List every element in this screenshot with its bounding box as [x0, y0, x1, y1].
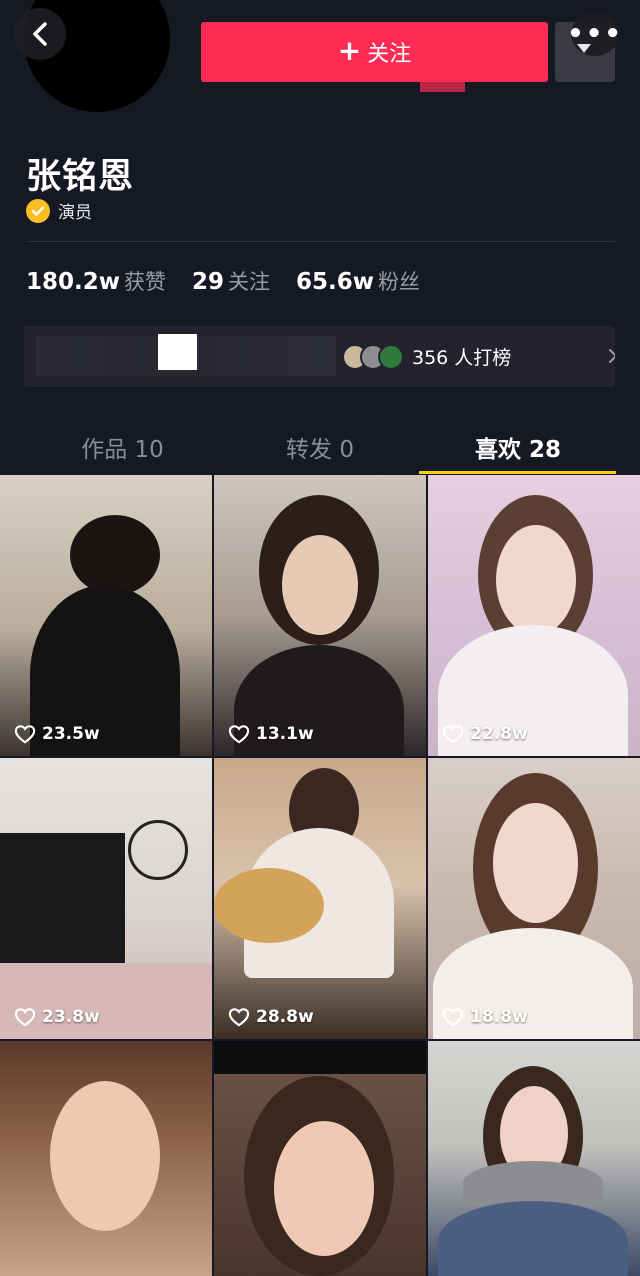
follow-button-shadow [420, 82, 465, 92]
heart-icon [442, 725, 464, 744]
heart-icon [228, 725, 250, 744]
video-thumbnail[interactable]: 23.5w [0, 475, 212, 756]
divider [26, 241, 615, 242]
heart-icon [228, 1008, 250, 1027]
thumbnail-face [493, 803, 578, 923]
thumbnail-figure [438, 1201, 628, 1276]
thumbnail-neck-pillow [463, 1161, 603, 1206]
stat-following[interactable]: 29 关注 [192, 266, 270, 296]
chevron-left-icon [33, 22, 47, 46]
supporter-avatar [378, 344, 404, 370]
like-count-text: 13.1w [256, 724, 314, 744]
stat-number: 180.2w [26, 269, 120, 295]
like-count-text: 23.5w [42, 724, 100, 744]
caret-down-icon [577, 44, 591, 53]
stat-number: 65.6w [296, 269, 375, 295]
stat-likes[interactable]: 180.2w 获赞 [26, 266, 166, 296]
tab-works[interactable]: 作品 10 [0, 430, 245, 464]
video-thumbnail[interactable]: 22.8w [428, 475, 640, 756]
like-count-text: 22.8w [470, 724, 528, 744]
like-count-text: 28.8w [256, 1007, 314, 1027]
profile-tabs: 作品 10 转发 0 喜欢 28 [0, 412, 640, 474]
like-count: 22.8w [442, 724, 528, 744]
stat-number: 29 [192, 269, 225, 295]
tab-indicator [419, 471, 616, 474]
tab-reposts[interactable]: 转发 0 [215, 430, 425, 464]
heart-icon [442, 1008, 464, 1027]
like-count: 28.8w [228, 1007, 314, 1027]
thumbnail-face [274, 1121, 374, 1256]
verified-label: 演员 [58, 203, 92, 223]
thumbnail-face [496, 525, 576, 635]
thumbnail-face [50, 1081, 160, 1231]
stat-followers[interactable]: 65.6w 粉丝 [296, 266, 420, 296]
stat-label: 粉丝 [378, 270, 421, 294]
heart-icon [14, 725, 36, 744]
like-count-text: 18.8w [470, 1007, 528, 1027]
stat-label: 获赞 [124, 270, 166, 294]
thumbnail-guitar [214, 868, 324, 943]
thumbnail-face [282, 535, 358, 635]
chevron-right-icon [609, 349, 615, 363]
ranking-text: 356 人打榜 [412, 347, 512, 369]
video-thumbnail[interactable]: 23.8w [0, 758, 212, 1039]
stat-label: 关注 [228, 270, 271, 294]
video-thumbnail[interactable]: 18.8w [428, 758, 640, 1039]
video-thumbnail[interactable]: 13.1w [214, 475, 426, 756]
profile-page: + 关注 ••• 张铭恩 演员 180.2w 获赞 29 关注 65.6w 粉丝 [0, 0, 640, 1276]
like-count: 23.8w [14, 1007, 100, 1027]
video-thumbnail[interactable]: 28.8w [214, 758, 426, 1039]
supporter-avatars [342, 344, 406, 370]
like-count: 23.5w [14, 724, 100, 744]
verified-check-icon [26, 198, 50, 223]
like-count-text: 23.8w [42, 1007, 100, 1027]
thumbnail-fireplace [0, 833, 125, 963]
redacted-block [158, 334, 197, 370]
plus-icon: + [337, 33, 362, 67]
back-button[interactable] [14, 8, 66, 60]
like-count: 18.8w [442, 1007, 528, 1027]
thumbnail-figure [70, 515, 160, 595]
follow-button[interactable]: + 关注 [201, 22, 548, 82]
follow-label: 关注 [367, 42, 412, 67]
thumbnail-mirror [128, 820, 188, 880]
verified-row: 演员 [26, 198, 92, 223]
stats-row: 180.2w 获赞 29 关注 65.6w 粉丝 [26, 266, 446, 296]
heart-icon [14, 1008, 36, 1027]
video-thumbnail[interactable] [0, 1041, 212, 1276]
ranking-bar[interactable]: 356 人打榜 [24, 326, 615, 387]
video-thumbnail[interactable] [214, 1041, 426, 1276]
tab-likes[interactable]: 喜欢 28 [420, 430, 616, 464]
thumbnail-sofa [0, 963, 212, 1039]
video-thumbnail[interactable] [428, 1041, 640, 1276]
profile-name: 张铭恩 [26, 157, 135, 197]
like-count: 13.1w [228, 724, 314, 744]
